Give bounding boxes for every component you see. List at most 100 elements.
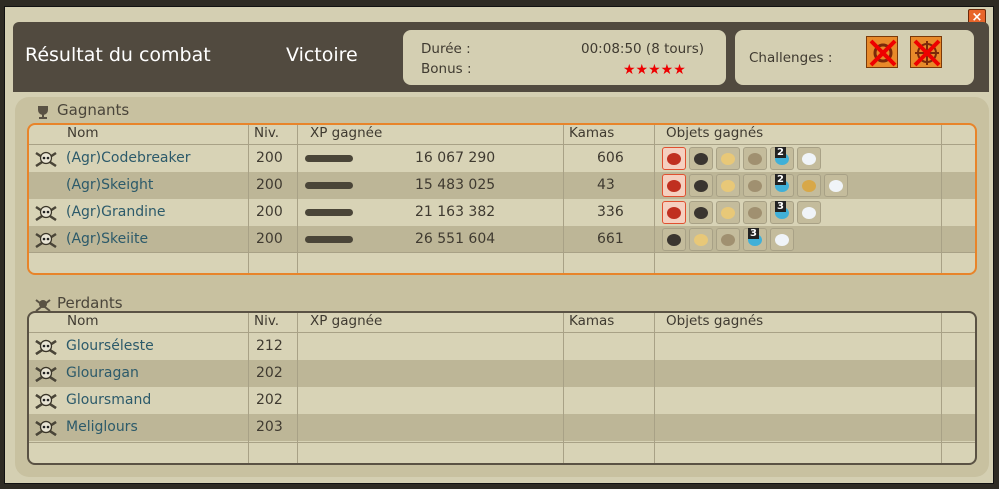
table-row[interactable]: (Agr)Skeiite 200 26 551 604 661 3 [29,226,975,253]
skull-icon [35,339,57,356]
player-name[interactable]: Glouragan [66,365,139,381]
player-name[interactable]: Gloursmand [66,392,151,408]
kamas-gained: 43 [597,177,615,193]
blue-potion-icon[interactable]: 3 [770,201,794,224]
golden-claw-icon[interactable] [797,174,821,197]
player-level: 202 [256,365,283,381]
bonus-stars: ★★★★★ [623,62,686,78]
kamas-gained: 661 [597,231,624,247]
column-header-name: Nom [67,313,99,329]
pink-scroll-icon[interactable] [662,147,686,170]
table-row[interactable]: (Agr)Grandine 200 21 163 382 336 3 [29,199,975,226]
table-row[interactable]: (Agr)Codebreaker 200 16 067 290 606 2 [29,145,975,172]
pink-scroll-icon[interactable] [662,174,686,197]
xp-bar [305,236,353,243]
player-level: 200 [256,177,283,193]
dark-horn-icon[interactable] [689,201,713,224]
feather-icon[interactable] [716,174,740,197]
challenges-panel: Challenges : [735,30,974,85]
player-level: 200 [256,204,283,220]
column-header-name: Nom [67,125,99,141]
player-name[interactable]: (Agr)Codebreaker [66,150,191,166]
item-quantity: 2 [775,147,786,158]
blue-potion-icon[interactable]: 2 [770,147,794,170]
result-body: Gagnants Nom Niv. XP gagnée Kamas Objets… [15,97,989,477]
bonus-label: Bonus : [421,61,472,77]
combat-result-window: × Résultat du combat Victoire Durée : 00… [4,6,994,484]
white-fur-icon[interactable] [824,174,848,197]
item-quantity: 2 [775,174,786,185]
combat-result: Victoire [286,44,358,66]
feather-icon[interactable] [716,201,740,224]
pink-scroll-icon[interactable] [662,201,686,224]
column-header-xp: XP gagnée [310,313,383,329]
wing-icon[interactable] [743,201,767,224]
white-fur-icon[interactable] [770,228,794,251]
column-header-items: Objets gagnés [666,313,764,329]
dark-horn-icon[interactable] [689,174,713,197]
challenge-failed-icon[interactable] [866,36,898,68]
kamas-gained: 336 [597,204,624,220]
winners-table: Nom Niv. XP gagnée Kamas Objets gagnés (… [27,123,977,275]
player-name[interactable]: Meliglours [66,419,138,435]
trophy-icon [38,106,48,119]
wing-icon[interactable] [743,174,767,197]
blue-potion-icon[interactable]: 2 [770,174,794,197]
duration-label: Durée : [421,41,471,57]
column-header-level: Niv. [254,125,280,141]
player-level: 200 [256,150,283,166]
xp-bar [305,155,353,162]
table-row[interactable]: Gloursmand 202 [29,387,975,414]
xp-bar [305,209,353,216]
column-header-kamas: Kamas [569,125,615,141]
skull-icon [35,205,57,222]
skull-icon [35,366,57,383]
window-title: Résultat du combat [25,44,211,66]
xp-gained: 21 163 382 [415,204,496,220]
kamas-gained: 606 [597,150,624,166]
player-name[interactable]: (Agr)Skeiite [66,231,148,247]
losers-title: Perdants [57,294,123,312]
player-level: 203 [256,419,283,435]
blue-potion-icon[interactable]: 3 [743,228,767,251]
column-header-level: Niv. [254,313,280,329]
feather-icon[interactable] [689,228,713,251]
winners-title: Gagnants [57,101,130,119]
dark-horn-icon[interactable] [662,228,686,251]
window-header: Résultat du combat Victoire Durée : 00:0… [13,22,989,92]
column-header-xp: XP gagnée [310,125,383,141]
table-row[interactable]: Glourséleste 212 [29,333,975,360]
skull-icon [35,393,57,410]
table-row[interactable]: (Agr)Skeight 200 15 483 025 43 2 [29,172,975,199]
player-level: 202 [256,392,283,408]
feather-icon[interactable] [716,147,740,170]
duration-panel: Durée : 00:08:50 (8 tours) Bonus : ★★★★★ [403,30,726,85]
duration-value: 00:08:50 (8 tours) [581,41,705,57]
column-header-items: Objets gagnés [666,125,764,141]
wing-icon[interactable] [743,147,767,170]
item-quantity: 3 [748,228,759,239]
player-name[interactable]: Glourséleste [66,338,154,354]
table-row[interactable]: Meliglours 203 [29,414,975,441]
xp-bar [305,182,353,189]
challenges-label: Challenges : [749,50,833,66]
dark-horn-icon[interactable] [689,147,713,170]
challenge-failed-icon[interactable] [910,36,942,68]
xp-gained: 15 483 025 [415,177,496,193]
skull-icon [35,420,57,437]
player-name[interactable]: (Agr)Grandine [66,204,165,220]
xp-gained: 16 067 290 [415,150,496,166]
player-level: 200 [256,231,283,247]
item-quantity: 3 [775,201,786,212]
skull-icon [35,232,57,249]
white-fur-icon[interactable] [797,201,821,224]
column-header-kamas: Kamas [569,313,615,329]
table-row[interactable]: Glouragan 202 [29,360,975,387]
skull-icon [35,151,57,168]
wing-icon[interactable] [716,228,740,251]
player-name[interactable]: (Agr)Skeight [66,177,153,193]
xp-gained: 26 551 604 [415,231,496,247]
player-level: 212 [256,338,283,354]
skull-crossbones-icon [35,299,51,312]
white-fur-icon[interactable] [797,147,821,170]
